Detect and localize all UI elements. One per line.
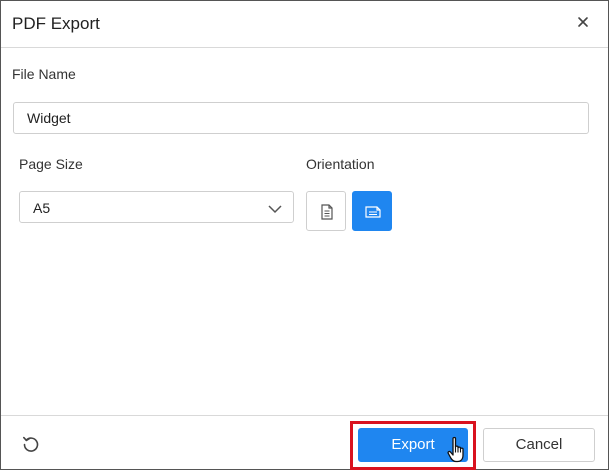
dialog-header: PDF Export (1, 1, 608, 48)
orientation-label: Orientation (306, 156, 375, 172)
file-name-label: File Name (12, 66, 76, 82)
chevron-down-icon (268, 201, 282, 214)
dialog-footer: Export Cancel (1, 415, 608, 470)
file-name-input[interactable] (13, 102, 589, 134)
portrait-page-icon (321, 204, 333, 220)
export-button[interactable]: Export (358, 428, 468, 462)
dialog-title: PDF Export (12, 14, 100, 33)
reset-icon[interactable] (21, 434, 41, 454)
page-size-select[interactable]: A5 (19, 191, 294, 223)
pdf-export-dialog: PDF Export File Name Page Size A5 Orient… (0, 0, 609, 470)
page-size-value: A5 (33, 200, 51, 216)
landscape-orientation-button[interactable] (352, 191, 392, 231)
portrait-orientation-button[interactable] (306, 191, 346, 231)
close-icon[interactable] (576, 15, 590, 29)
landscape-page-icon (365, 206, 381, 218)
cancel-button[interactable]: Cancel (483, 428, 595, 462)
page-size-label: Page Size (19, 156, 83, 172)
